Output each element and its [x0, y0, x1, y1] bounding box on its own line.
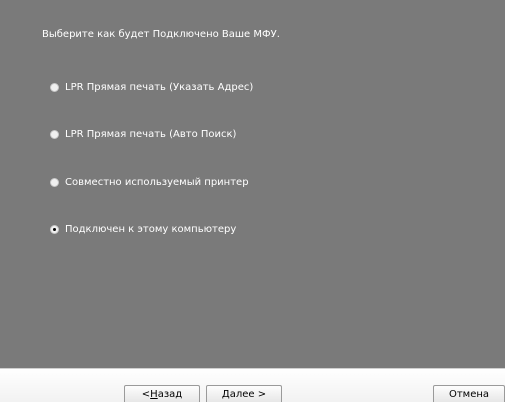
option-lpr-direct-address[interactable]: LPR Прямая печать (Указать Адрес): [50, 80, 253, 94]
next-button[interactable]: Далее >: [206, 385, 282, 402]
radio-button[interactable]: [50, 129, 59, 139]
option-lpr-direct-auto-search[interactable]: LPR Прямая печать (Авто Поиск): [50, 127, 236, 141]
button-bar: < Назад Далее > Отмена: [0, 369, 505, 402]
radio-button[interactable]: [50, 177, 59, 187]
radio-button-selected[interactable]: [50, 224, 59, 234]
option-shared-printer[interactable]: Совместно используемый принтер: [50, 175, 249, 189]
cancel-label: Отмена: [448, 388, 490, 400]
cancel-button[interactable]: Отмена: [433, 385, 505, 402]
option-local-computer[interactable]: Подключен к этому компьютеру: [50, 222, 236, 236]
option-label: LPR Прямая печать (Авто Поиск): [65, 128, 237, 140]
radio-button[interactable]: [50, 82, 59, 92]
next-label-rest: алее >: [229, 388, 267, 400]
option-label: Подключен к этому компьютеру: [65, 223, 237, 235]
back-prefix: <: [141, 388, 151, 400]
back-hotkey: Н: [150, 388, 158, 400]
back-label-rest: азад: [157, 388, 183, 400]
radio-selected-dot: [53, 227, 56, 231]
next-hotkey: Д: [221, 388, 230, 400]
connection-prompt: Выберите как будет Подключено Ваше МФУ.: [42, 29, 280, 40]
options-panel: Выберите как будет Подключено Ваше МФУ. …: [0, 0, 505, 368]
option-label: Совместно используемый принтер: [65, 176, 249, 188]
option-label: LPR Прямая печать (Указать Адрес): [65, 81, 254, 93]
back-button[interactable]: < Назад: [124, 385, 200, 402]
